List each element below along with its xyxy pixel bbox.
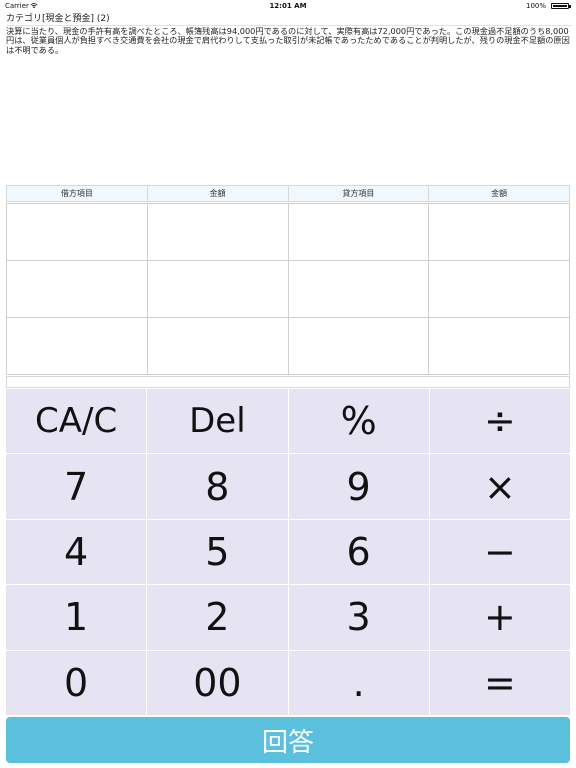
category-title: カテゴリ[現金と預金] (2) [6,13,572,26]
header-credit-account: 貸方項目 [287,185,430,202]
double-zero-button[interactable]: 00 [147,650,288,715]
percent-button[interactable]: % [288,389,429,454]
debit-amount-cell[interactable] [146,317,289,375]
equals-button[interactable]: = [429,650,570,715]
calculator-keypad: CA/C Del % ÷ 7 8 9 × 4 5 6 − 1 2 3 + 0 0… [6,389,570,715]
digit-5-button[interactable]: 5 [147,519,288,585]
divide-button[interactable]: ÷ [429,389,570,454]
decimal-point-button[interactable]: . [288,650,429,715]
debit-account-cell[interactable] [6,260,148,318]
credit-amount-cell[interactable] [428,317,570,375]
minus-button[interactable]: − [429,519,570,585]
delete-button[interactable]: Del [147,389,288,454]
table-row [6,203,570,261]
header-debit-amount: 金額 [146,185,289,202]
digit-8-button[interactable]: 8 [147,454,288,519]
battery-cap [569,5,571,8]
debit-account-cell[interactable] [6,203,148,261]
plus-button[interactable]: + [429,585,570,650]
calculator-display [6,376,570,388]
header-credit-amount: 金額 [428,185,570,202]
battery-icon [551,3,569,9]
clock: 12:01 AM [269,2,307,10]
status-bar: Carrier 12:01 AM 100% [0,0,576,12]
debit-account-cell[interactable] [6,317,148,375]
table-row [6,317,570,375]
credit-account-cell[interactable] [287,203,430,261]
multiply-button[interactable]: × [429,454,570,519]
clear-button[interactable]: CA/C [6,389,147,454]
digit-0-button[interactable]: 0 [6,650,147,715]
digit-9-button[interactable]: 9 [288,454,429,519]
digit-2-button[interactable]: 2 [147,585,288,650]
question-text: 決算に当たり、現金の手許有高を調べたところ、帳簿残高は94,000円であるのに対… [6,26,570,55]
table-row [6,260,570,318]
digit-6-button[interactable]: 6 [288,519,429,585]
digit-4-button[interactable]: 4 [6,519,147,585]
battery-percent: 100% [525,2,546,10]
answer-button[interactable]: 回答 [6,717,570,763]
header-debit-account: 借方項目 [6,185,148,202]
credit-account-cell[interactable] [287,317,430,375]
journal-entry-table: 借方項目 金額 貸方項目 金額 [6,185,570,375]
digit-7-button[interactable]: 7 [6,454,147,519]
credit-amount-cell[interactable] [428,203,570,261]
debit-amount-cell[interactable] [146,203,289,261]
digit-1-button[interactable]: 1 [6,585,147,650]
debit-amount-cell[interactable] [146,260,289,318]
credit-amount-cell[interactable] [428,260,570,318]
credit-account-cell[interactable] [287,260,430,318]
digit-3-button[interactable]: 3 [288,585,429,650]
